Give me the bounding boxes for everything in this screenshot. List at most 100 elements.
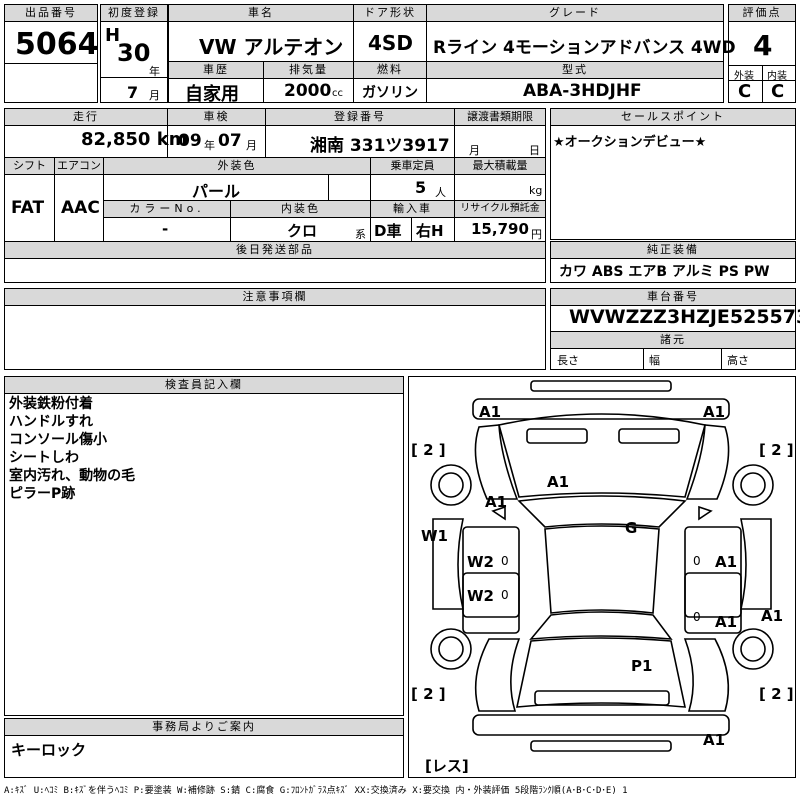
score-int: C (771, 81, 785, 102)
ext-color-box: 外装色 パール (103, 157, 371, 201)
ext-color-label: 外装色 (104, 158, 370, 175)
lot-label: 出品番号 (5, 5, 97, 22)
inspector-line: 室内汚れ、動物の毛 (9, 468, 136, 484)
genuine-label: 純正装備 (551, 242, 795, 259)
int-color-box: 内装色 クロ 系 (230, 200, 371, 242)
int-color-suffix: 系 (355, 228, 366, 241)
office-label: 事務局よりご案内 (5, 719, 403, 736)
sales-point-label: セールスポイント (551, 109, 795, 126)
capacity-unit: 人 (435, 186, 446, 199)
door-value: 4SD (368, 31, 413, 55)
model-label: 型式 (427, 62, 723, 79)
mark-w1: W1 (421, 527, 448, 545)
color-no-box: カラーNo. - (103, 200, 231, 242)
plate-label: 登録番号 (266, 109, 454, 126)
transfer-day-unit: 日 (529, 144, 540, 157)
inspection-label: 車検 (168, 109, 265, 126)
mark-a1-r1: A1 (715, 553, 737, 571)
first-reg-month: 7 (127, 83, 139, 102)
inspector-line: ピラーP跡 (9, 486, 76, 502)
inspection-box: 車検 09 年 07 月 (167, 108, 266, 158)
inspection-month-unit: 月 (246, 139, 257, 152)
mark-res: [レス] (425, 757, 469, 775)
spec-height: 高さ (727, 354, 749, 367)
shift-value: FAT (11, 198, 45, 218)
spec-width: 幅 (649, 354, 660, 367)
car-name-box: 車名 VW アルテオン (168, 4, 354, 62)
mark-bracket-l: [ 2 ] (411, 441, 446, 459)
fuel-box: 燃料 ガソリン (353, 61, 427, 103)
mark-g-roof: G (625, 519, 637, 537)
genuine-box: 純正装備 カワ ABS エアB アルミ PS PW (550, 241, 796, 283)
int-color-label: 内装色 (231, 201, 370, 218)
sales-point-box: セールスポイント ★オークションデビュー★ (550, 108, 796, 240)
aircon-box: エアコン AAC (54, 157, 104, 242)
grade-value: Rライン 4モーションアドバンス 4WD (433, 38, 736, 58)
mark-p1: P1 (631, 657, 652, 675)
plate-value: 湘南 331ツ3917 (310, 136, 450, 156)
mark-a1-fr: A1 (703, 403, 725, 421)
mileage-box: 走行 82,850 km (4, 108, 187, 158)
chassis-value: WVWZZZ3HZJE525573 (569, 306, 800, 328)
transfer-month-unit: 月 (469, 144, 480, 157)
mark-a1-hood: A1 (547, 473, 569, 491)
import-label: 輸入車 (371, 201, 454, 218)
history-box: 車歴 自家用 (168, 61, 264, 105)
door-box: ドア形状 4SD (353, 4, 427, 62)
chassis-label: 車台番号 (551, 289, 795, 306)
first-reg-year: 30 (117, 39, 151, 67)
mark-a1-r2: A1 (715, 613, 737, 631)
history-label: 車歴 (169, 62, 263, 79)
aircon-label: エアコン (55, 158, 103, 175)
fuel-value: ガソリン (362, 85, 418, 101)
chassis-box: 車台番号 WVWZZZ3HZJE525573 諸元 長さ 幅 高さ (550, 288, 800, 370)
inspector-lines: 外装鉄粉付着 ハンドルすれ コンソール傷小 シートしわ 室内汚れ、動物の毛 ピラ… (9, 395, 135, 503)
grade-box: グレード Rライン 4モーションアドバンス 4WD (426, 4, 736, 62)
inspector-line: コンソール傷小 (9, 432, 107, 448)
car-diagram: A1 A1 [ 2 ] [ 2 ] A1 A1 G W1 W2 W2 A1 A1… (411, 380, 794, 775)
load-label: 最大積載量 (455, 158, 545, 175)
later-parts-box: 後日発送部品 (4, 241, 546, 283)
mark-w2-a: W2 (467, 553, 494, 571)
mark-bracket-r: [ 2 ] (759, 441, 794, 459)
shift-label: シフト (5, 158, 54, 175)
recycle-box: リサイクル預託金 15,790 円 (454, 200, 546, 242)
model-box: 型式 ABA-3HDJHF (426, 61, 724, 103)
shift-box: シフト FAT (4, 157, 55, 242)
notes-box: 注意事項欄 (4, 288, 546, 370)
score-ext: C (738, 81, 752, 102)
mark-zero-l2: 0 (501, 588, 509, 602)
fuel-label: 燃料 (354, 62, 426, 79)
mark-zero-r1: 0 (693, 554, 701, 568)
car-name-label: 車名 (169, 5, 353, 22)
car-diagram-box: A1 A1 [ 2 ] [ 2 ] A1 A1 G W1 W2 W2 A1 A1… (408, 376, 796, 778)
mark-bracket-br: [ 2 ] (759, 685, 794, 703)
color-no-label: カラーNo. (104, 201, 230, 218)
import-dealer: D車 (374, 222, 402, 240)
inspection-month: 07 (218, 131, 242, 151)
score-label: 評価点 (729, 5, 795, 22)
mark-zero-l1: 0 (501, 554, 509, 568)
first-reg-month-unit: 月 (149, 89, 160, 102)
genuine-value: カワ ABS エアB アルミ PS PW (559, 264, 770, 280)
displacement-unit: cc (332, 88, 343, 99)
capacity-box: 乗車定員 5 人 (370, 157, 455, 201)
spec-length: 長さ (557, 354, 579, 367)
model-value: ABA-3HDJHF (523, 81, 642, 101)
lot-box: 出品番号 5064 (4, 4, 99, 103)
score-box: 評価点 4 外装 内装 C C (728, 4, 796, 103)
notes-label: 注意事項欄 (5, 289, 545, 306)
inspector-box: 検査員記入欄 外装鉄粉付着 ハンドルすれ コンソール傷小 シートしわ 室内汚れ、… (4, 376, 404, 716)
mark-zero-r2: 0 (693, 610, 701, 624)
capacity-label: 乗車定員 (371, 158, 454, 175)
score-value: 4 (753, 29, 773, 62)
int-color-value: クロ (287, 222, 318, 240)
color-no-value: - (162, 220, 169, 238)
plate-box: 登録番号 湘南 331ツ3917 (265, 108, 455, 158)
inspection-year: 09 (178, 131, 202, 151)
inspection-year-unit: 年 (204, 139, 215, 152)
legend: A:ｷｽﾞ U:ﾍｺﾐ B:ｷｽﾞを伴うﾍｺﾐ P:要塗装 W:補修跡 S:錆 … (4, 786, 628, 796)
mark-a1-hood-l: A1 (485, 493, 507, 511)
inspector-line: ハンドルすれ (9, 414, 93, 430)
mark-a1-rear: A1 (703, 731, 725, 749)
